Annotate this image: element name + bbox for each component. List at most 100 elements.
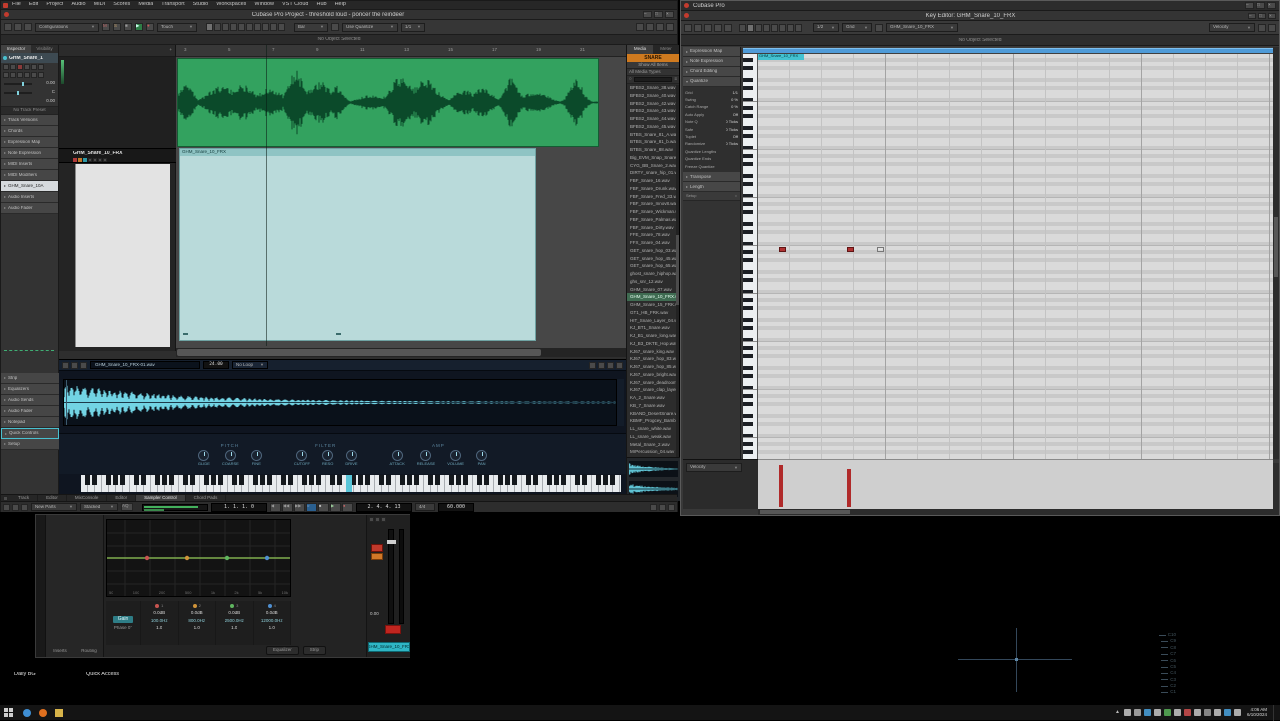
editor-section-length[interactable]: ▸ Length xyxy=(683,182,740,193)
rewind-button[interactable]: ◀◀ xyxy=(282,502,293,512)
vertical-scrollbar[interactable] xyxy=(1273,47,1279,459)
inspector-section-audio-fader[interactable]: ▸ Audio Fader xyxy=(1,203,58,214)
sampler-event[interactable]: GHM_Snare_10_FRX xyxy=(179,148,536,341)
midi-note[interactable] xyxy=(847,247,854,252)
tool-button[interactable] xyxy=(278,23,285,31)
media-file[interactable]: KA_2_Snare.wav xyxy=(627,394,679,402)
show-all-items-button[interactable]: Show All Items xyxy=(627,62,679,69)
media-file[interactable]: KJ_B3_DKTE_Hop.wav xyxy=(627,340,679,348)
tool-button[interactable] xyxy=(230,23,237,31)
media-file[interactable]: BTBS_Snare_88.wav xyxy=(627,146,679,154)
editor-section-chord-editing[interactable]: ▸ Chord Editing xyxy=(683,67,740,77)
inspector-section-note-expression[interactable]: ▸ Note Expression xyxy=(1,148,58,159)
secondary-time-display[interactable]: 2. 4. 4. 13 xyxy=(356,502,412,512)
tray-icon-6[interactable] xyxy=(1183,709,1191,716)
quantize-preset-dropdown[interactable]: Use Quantize ▼ xyxy=(342,22,398,32)
tab-inspector[interactable]: Inspector xyxy=(1,45,31,53)
stop-button[interactable]: ■ xyxy=(318,502,329,512)
tray-icon-11[interactable] xyxy=(1233,709,1241,716)
media-file[interactable]: KJ67_snare_clap_layer.wav xyxy=(627,386,679,394)
event-color-dropdown[interactable]: Velocity ▼ xyxy=(1209,23,1255,32)
media-file[interactable]: GT1_HB_FRK.wav xyxy=(627,309,679,317)
sampler-icon[interactable] xyxy=(598,361,605,369)
zone-setup-icon[interactable] xyxy=(3,495,8,501)
menu-vst-cloud[interactable]: VST Cloud xyxy=(282,2,309,8)
media-file[interactable]: BFBS2_Snare_38.wav xyxy=(627,84,679,92)
sample-file-name[interactable]: GHM_Snare_10_FRX-01.wav xyxy=(90,360,200,370)
media-file[interactable]: FBF_Snare_Innov8.wav xyxy=(627,200,679,208)
menu-midi[interactable]: MIDI xyxy=(94,2,106,8)
signature-field[interactable]: 4/4 xyxy=(415,503,435,511)
knob-dial[interactable] xyxy=(476,450,488,462)
horizontal-scrollbar[interactable] xyxy=(758,509,1273,515)
media-file[interactable]: FFX_Snare_04.wav xyxy=(627,239,679,247)
fader-track[interactable] xyxy=(387,529,396,624)
knob-cutoff[interactable]: CUTOFF xyxy=(294,450,310,466)
band-freq-value[interactable]: 100.0Hz xyxy=(151,619,168,624)
band-q-value[interactable]: 1.0 xyxy=(231,626,237,631)
quantize-value-dropdown[interactable]: 1/2 ▼ xyxy=(813,23,839,32)
knob-fine[interactable]: FINE xyxy=(250,450,262,466)
preview-waveform[interactable] xyxy=(629,461,678,477)
media-types-dropdown[interactable]: All Media Types xyxy=(627,69,679,76)
inspector-section-expression-map[interactable]: ▸ Expression Map xyxy=(1,137,58,148)
search-input[interactable] xyxy=(633,77,673,82)
inspector-section-audio-sends[interactable]: ▸ Audio Sends xyxy=(1,395,59,406)
event-handle-mid[interactable] xyxy=(336,333,341,335)
tray-icon-7[interactable] xyxy=(1193,709,1201,716)
pan-row[interactable]: C xyxy=(1,88,58,97)
timebase-button[interactable] xyxy=(31,72,37,78)
menu-workspaces[interactable]: Workspaces xyxy=(216,2,246,8)
media-file[interactable]: Metal_Snare_2.wav xyxy=(627,441,679,449)
monitor-button[interactable] xyxy=(24,64,30,70)
edit-channel-button[interactable] xyxy=(83,158,87,162)
media-file[interactable]: KJ_BT1_Snare.wav xyxy=(627,324,679,332)
mute-all-button[interactable]: M xyxy=(102,23,110,31)
maximize-button[interactable]: □ xyxy=(1258,12,1266,19)
inspector-section-strip[interactable]: ▸ Strip xyxy=(1,373,59,384)
quantize-row-randomize[interactable]: Randomize 0 Ticks xyxy=(685,141,738,148)
stop-button[interactable]: ■ xyxy=(124,23,132,31)
primary-time-display[interactable]: 1. 1. 1. 0 xyxy=(211,502,267,512)
read-button[interactable] xyxy=(98,158,102,162)
root-key-highlight[interactable] xyxy=(346,475,352,492)
inspector-section-midi-inserts[interactable]: ▸ MIDI Inserts xyxy=(1,159,58,170)
channel-name-badge[interactable]: GHM_Snare_10_FRX xyxy=(368,642,410,652)
zoom-controls[interactable] xyxy=(1273,463,1279,515)
desktop-icon-quick-access[interactable]: Quick Access xyxy=(86,672,119,678)
arrange-area[interactable]: 3 5 7 9 11 13 15 17 19 21 GHM_Snare_10_FRX xyxy=(176,45,626,357)
delay-row[interactable]: 0.00 xyxy=(1,97,58,106)
inspector-section-notepad[interactable]: ▸ Notepad xyxy=(1,417,59,428)
volume-slider[interactable] xyxy=(4,81,32,86)
editor-ruler[interactable] xyxy=(743,47,1273,54)
media-file[interactable]: GHM_Snare_15_FRK.wav xyxy=(627,301,679,309)
add-track-icon[interactable]: + xyxy=(169,48,172,53)
record-enable-button[interactable] xyxy=(385,625,401,634)
menu-edit[interactable]: Edit xyxy=(29,2,38,8)
mute-button[interactable] xyxy=(3,64,9,70)
media-file[interactable]: BFBS2_Snare_45.wav xyxy=(627,123,679,131)
sampler-icon[interactable] xyxy=(62,361,69,369)
tab-media[interactable]: Media xyxy=(627,45,653,54)
media-file[interactable]: ghs_snr_12.wav xyxy=(627,278,679,286)
favorite-folder-button[interactable]: SNARE xyxy=(627,54,679,62)
tool-button[interactable] xyxy=(238,23,245,31)
close-button[interactable]: × xyxy=(1267,2,1276,9)
media-file[interactable]: ghost_snare_hiphop.wav xyxy=(627,270,679,278)
root-key-value[interactable]: 24.00 xyxy=(203,361,229,369)
media-file[interactable]: FBF_Snare_16.wav xyxy=(627,177,679,185)
quantize-row-quantize-lengths[interactable]: Quantize Lengths xyxy=(685,148,738,155)
tray-chevron-icon[interactable]: ▲ xyxy=(1115,710,1120,715)
media-file[interactable]: FBF_Snare_Palmas.wav xyxy=(627,216,679,224)
knob-glide[interactable]: GLIDE xyxy=(198,450,210,466)
cycle-button[interactable]: ○ xyxy=(306,502,317,512)
tool-button[interactable] xyxy=(206,23,213,31)
mute-button[interactable] xyxy=(375,517,380,522)
toolbar-icon[interactable] xyxy=(694,23,702,32)
lane-button[interactable] xyxy=(24,72,30,78)
toolbar-icon[interactable] xyxy=(704,23,712,32)
menu-icon[interactable]: ≡ xyxy=(674,77,677,82)
minimize-button[interactable]: – xyxy=(643,11,652,18)
media-file[interactable]: FFE_Snare_78.wav xyxy=(627,231,679,239)
midi-note[interactable] xyxy=(779,247,786,252)
